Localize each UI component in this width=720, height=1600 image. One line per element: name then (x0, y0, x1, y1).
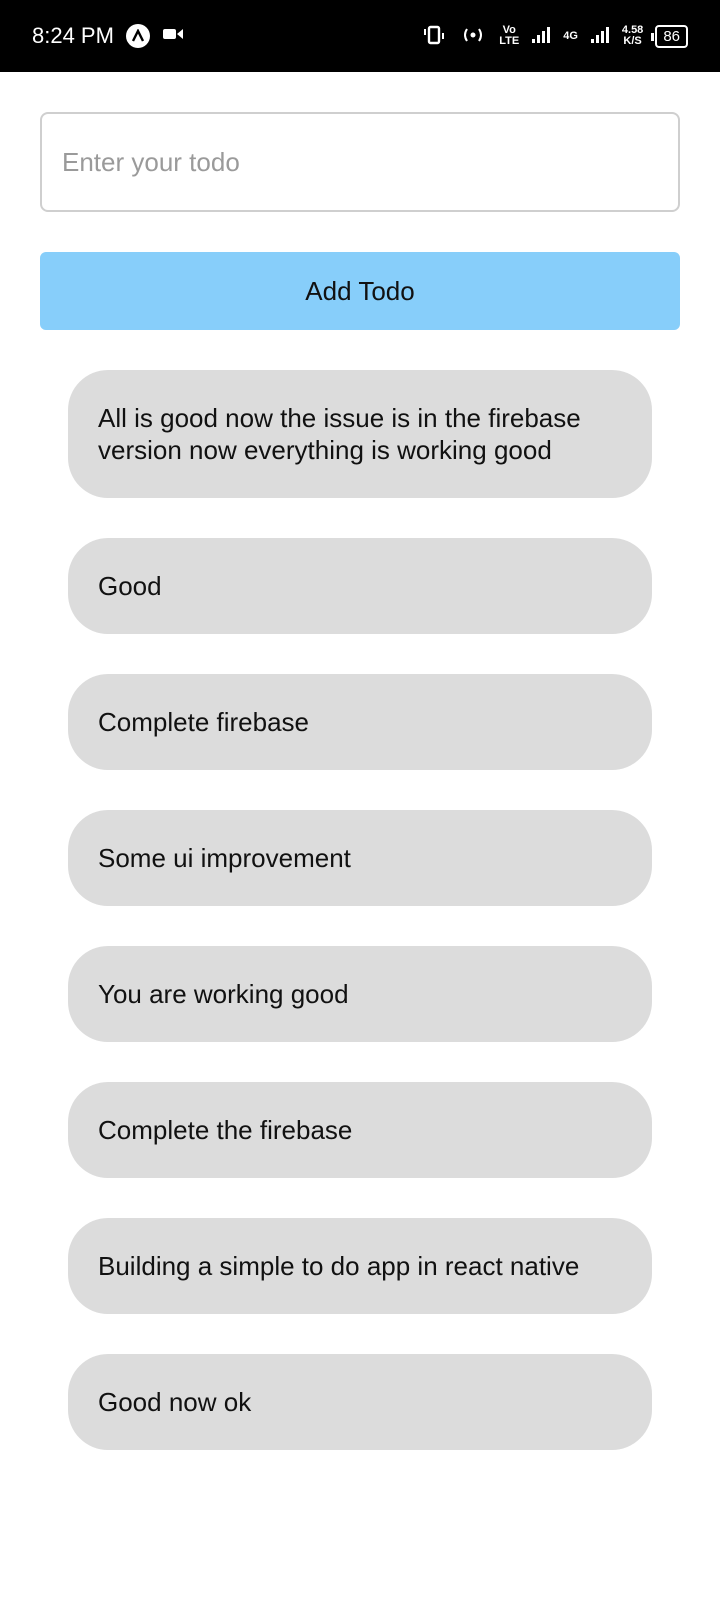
todo-list[interactable]: All is good now the issue is in the fire… (0, 370, 720, 1460)
signal-icon (531, 25, 551, 48)
todo-item-text: Good (98, 571, 162, 601)
todo-item[interactable]: Complete the firebase (68, 1082, 652, 1178)
network-speed-unit: K/S (623, 35, 642, 47)
todo-input[interactable] (62, 146, 678, 178)
volte-bottom-label: LTE (499, 35, 520, 47)
bottom-blank-area (0, 1460, 720, 1600)
network-type-label: 4G (563, 29, 578, 42)
todo-item[interactable]: Complete firebase (68, 674, 652, 770)
todo-item[interactable]: Some ui improvement (68, 810, 652, 906)
todo-item-text: Building a simple to do app in react nat… (98, 1251, 580, 1281)
hotspot-icon (459, 25, 487, 48)
app-notification-icon (125, 24, 150, 48)
status-bar-left: 8:24 PM (32, 23, 184, 49)
status-bar: 8:24 PM Vo LTE 4G 4.58 K/S 86 (0, 0, 720, 72)
todo-item[interactable]: You are working good (68, 946, 652, 1042)
network-speed: 4.58 K/S (622, 25, 643, 47)
todo-item[interactable]: Building a simple to do app in react nat… (68, 1218, 652, 1314)
todo-item-text: All is good now the issue is in the fire… (98, 403, 581, 465)
todo-item-text: Good now ok (98, 1387, 252, 1417)
status-time: 8:24 PM (32, 23, 114, 48)
add-todo-button[interactable]: Add Todo (40, 252, 680, 330)
battery-indicator: 86 (651, 24, 688, 48)
todo-item-text: Complete the firebase (98, 1115, 353, 1145)
todo-item-text: Some ui improvement (98, 843, 351, 873)
todo-item-text: Complete firebase (98, 707, 309, 737)
video-camera-icon (162, 26, 184, 47)
todo-item[interactable]: All is good now the issue is in the fire… (68, 370, 652, 498)
volte-indicator: Vo LTE (499, 25, 519, 47)
vibrate-icon (421, 25, 447, 48)
todo-item[interactable]: Good now ok (68, 1354, 652, 1450)
status-bar-right: Vo LTE 4G 4.58 K/S 86 (421, 24, 688, 48)
todo-input-container[interactable] (40, 112, 680, 212)
todo-item-text: You are working good (98, 979, 349, 1009)
signal-icon-secondary (590, 25, 610, 48)
todo-item[interactable]: Good (68, 538, 652, 634)
